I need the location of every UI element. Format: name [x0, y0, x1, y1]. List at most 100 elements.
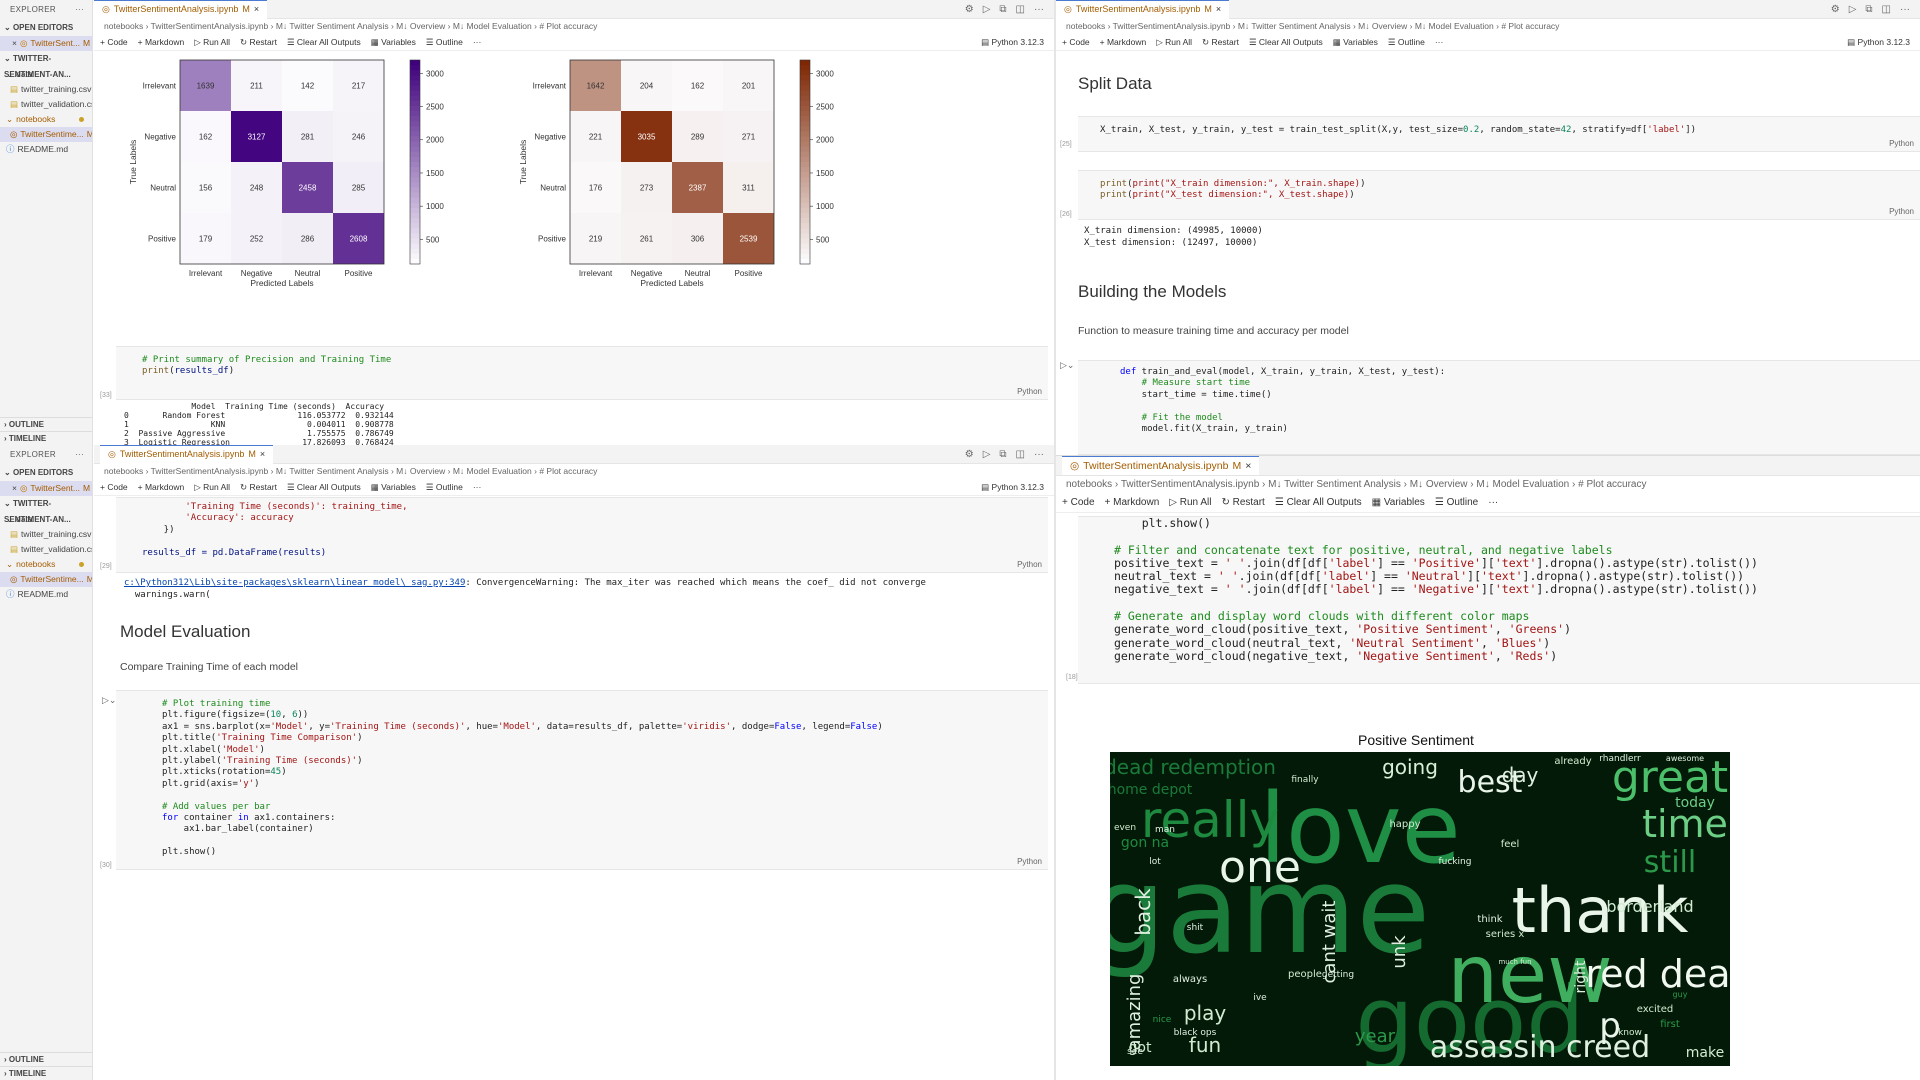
- close-icon[interactable]: ×: [260, 445, 265, 464]
- project-header[interactable]: ⌄ TWITTER-SENTIMENT-AN...: [0, 51, 92, 79]
- add-code-button[interactable]: + Code: [100, 482, 128, 492]
- run-all-button[interactable]: ▷ Run All: [1156, 37, 1192, 48]
- folder-notebooks[interactable]: ⌄ notebooks: [0, 112, 92, 127]
- tab-notebook[interactable]: ◎ TwitterSentimentAnalysis.ipynb M ×: [1056, 0, 1230, 19]
- code-cell-split[interactable]: X_train, X_test, y_train, y_test = train…: [1078, 116, 1920, 152]
- gear-icon[interactable]: ⚙: [1831, 4, 1840, 15]
- more-icon[interactable]: ···: [1488, 497, 1498, 508]
- more-icon[interactable]: ···: [1900, 4, 1910, 15]
- file-twitter-validation[interactable]: ▤ twitter_validation.csv: [0, 542, 92, 557]
- outline-button[interactable]: ☰ Outline: [1435, 497, 1478, 508]
- breadcrumb[interactable]: notebooks › TwitterSentimentAnalysis.ipy…: [94, 464, 1054, 479]
- breadcrumb[interactable]: notebooks › TwitterSentimentAnalysis.ipy…: [94, 19, 1054, 34]
- clear-outputs-button[interactable]: ☰ Clear All Outputs: [1275, 497, 1362, 508]
- outline-section[interactable]: › OUTLINE: [0, 417, 92, 431]
- close-icon[interactable]: ×: [1245, 457, 1251, 476]
- more-icon[interactable]: ···: [75, 0, 84, 20]
- close-icon[interactable]: ×: [12, 481, 17, 496]
- open-editor-item[interactable]: × ◎ TwitterSent... M: [0, 481, 92, 496]
- timeline-section[interactable]: › TIMELINE: [0, 1066, 92, 1080]
- variables-button[interactable]: ▦ Variables: [371, 37, 416, 48]
- kernel-picker[interactable]: ▤ Python 3.12.3: [1847, 37, 1920, 48]
- split-icon[interactable]: ◫: [1882, 4, 1891, 15]
- tab-notebook[interactable]: ◎ TwitterSentimentAnalysis.ipynb M ×: [1062, 456, 1260, 476]
- run-all-button[interactable]: ▷ Run All: [1169, 497, 1211, 508]
- code-cell-wordcloud[interactable]: plt.show() # Filter and concatenate text…: [1078, 516, 1920, 684]
- file-twitter-training[interactable]: ▤ twitter_training.csv: [0, 527, 92, 542]
- warning-link[interactable]: c:\Python312\Lib\site-packages\sklearn\l…: [124, 578, 465, 588]
- add-markdown-button[interactable]: + Markdown: [1100, 37, 1147, 47]
- file-notebook[interactable]: ◎TwitterSentime...M: [0, 572, 92, 587]
- project-header[interactable]: ⌄ TWITTER-SENTIMENT-AN...: [0, 496, 92, 524]
- open-editors-header[interactable]: ⌄ OPEN EDITORS: [0, 20, 92, 36]
- close-icon[interactable]: ×: [12, 36, 17, 51]
- more-icon[interactable]: ···: [473, 37, 482, 47]
- run-icon[interactable]: ▷: [983, 449, 991, 460]
- code-cell-print-dims[interactable]: print(print("X_train dimension:", X_trai…: [1078, 170, 1920, 220]
- variables-button[interactable]: ▦ Variables: [371, 482, 416, 493]
- file-readme[interactable]: ⓘ README.md: [0, 142, 92, 157]
- tab-notebook[interactable]: ◎ TwitterSentimentAnalysis.ipynb M ×: [94, 0, 268, 19]
- file-notebook[interactable]: ◎TwitterSentime...M: [0, 127, 92, 142]
- add-code-button[interactable]: + Code: [100, 37, 128, 47]
- restart-button[interactable]: ↻ Restart: [240, 37, 277, 48]
- run-cell-icon[interactable]: ▷⌄: [102, 695, 116, 706]
- restart-button[interactable]: ↻ Restart: [1202, 37, 1239, 48]
- open-editors-header[interactable]: ⌄ OPEN EDITORS: [0, 465, 92, 481]
- code-cell-results[interactable]: 'Training Time (seconds)': training_time…: [116, 497, 1048, 573]
- cell-language[interactable]: Python: [1017, 857, 1042, 866]
- gear-icon[interactable]: ⚙: [965, 4, 974, 15]
- compare-icon[interactable]: ⧉: [1865, 4, 1872, 15]
- restart-button[interactable]: ↻ Restart: [1221, 497, 1264, 508]
- file-twitter-validation[interactable]: ▤ twitter_validation.csv: [0, 97, 92, 112]
- cell-language[interactable]: Python: [1017, 560, 1042, 569]
- split-icon[interactable]: ◫: [1016, 449, 1025, 460]
- more-icon[interactable]: ···: [75, 445, 84, 465]
- more-icon[interactable]: ···: [1034, 4, 1044, 15]
- clear-outputs-button[interactable]: ☰ Clear All Outputs: [1249, 37, 1323, 48]
- run-all-button[interactable]: ▷ Run All: [194, 482, 230, 493]
- breadcrumb[interactable]: notebooks › TwitterSentimentAnalysis.ipy…: [1056, 19, 1920, 34]
- cell-language[interactable]: Python: [1889, 207, 1914, 216]
- clear-outputs-button[interactable]: ☰ Clear All Outputs: [287, 37, 361, 48]
- code-cell-print[interactable]: # Print summary of Precision and Trainin…: [116, 346, 1048, 400]
- variables-button[interactable]: ▦ Variables: [1333, 37, 1378, 48]
- more-icon[interactable]: ···: [1034, 449, 1044, 460]
- file-readme[interactable]: ⓘ README.md: [0, 587, 92, 602]
- kernel-picker[interactable]: ▤ Python 3.12.3: [981, 482, 1054, 493]
- run-icon[interactable]: ▷: [983, 4, 991, 15]
- outline-button[interactable]: ☰ Outline: [426, 482, 463, 493]
- folder-notebooks[interactable]: ⌄ notebooks: [0, 557, 92, 572]
- gear-icon[interactable]: ⚙: [965, 449, 974, 460]
- outline-button[interactable]: ☰ Outline: [426, 37, 463, 48]
- add-markdown-button[interactable]: + Markdown: [138, 482, 185, 492]
- add-markdown-button[interactable]: + Markdown: [1105, 497, 1160, 508]
- tab-notebook[interactable]: ◎ TwitterSentimentAnalysis.ipynb M ×: [100, 445, 274, 464]
- cell-language[interactable]: Python: [1889, 139, 1914, 148]
- open-editor-item[interactable]: × ◎ TwitterSent... M: [0, 36, 92, 51]
- split-icon[interactable]: ◫: [1016, 4, 1025, 15]
- breadcrumb[interactable]: notebooks › TwitterSentimentAnalysis.ipy…: [1056, 476, 1920, 493]
- run-cell-icon[interactable]: ▷⌄: [1060, 360, 1074, 371]
- add-markdown-button[interactable]: + Markdown: [138, 37, 185, 47]
- run-all-button[interactable]: ▷ Run All: [194, 37, 230, 48]
- more-icon[interactable]: ···: [473, 482, 482, 492]
- restart-button[interactable]: ↻ Restart: [240, 482, 277, 493]
- outline-button[interactable]: ☰ Outline: [1388, 37, 1425, 48]
- add-code-button[interactable]: + Code: [1062, 497, 1095, 508]
- close-icon[interactable]: ×: [254, 0, 259, 19]
- code-cell-plot-training[interactable]: # Plot training time plt.figure(figsize=…: [116, 690, 1048, 870]
- compare-icon[interactable]: ⧉: [999, 4, 1006, 15]
- timeline-section[interactable]: › TIMELINE: [0, 431, 92, 445]
- compare-icon[interactable]: ⧉: [999, 449, 1006, 460]
- run-icon[interactable]: ▷: [1849, 4, 1857, 15]
- code-cell-train-eval[interactable]: def train_and_eval(model, X_train, y_tra…: [1078, 360, 1920, 455]
- clear-outputs-button[interactable]: ☰ Clear All Outputs: [287, 482, 361, 493]
- cell-language[interactable]: Python: [1017, 387, 1042, 396]
- file-twitter-training[interactable]: ▤ twitter_training.csv: [0, 82, 92, 97]
- variables-button[interactable]: ▦ Variables: [1372, 497, 1425, 508]
- more-icon[interactable]: ···: [1435, 37, 1444, 47]
- kernel-picker[interactable]: ▤ Python 3.12.3: [981, 37, 1054, 48]
- close-icon[interactable]: ×: [1216, 0, 1221, 19]
- outline-section[interactable]: › OUTLINE: [0, 1052, 92, 1066]
